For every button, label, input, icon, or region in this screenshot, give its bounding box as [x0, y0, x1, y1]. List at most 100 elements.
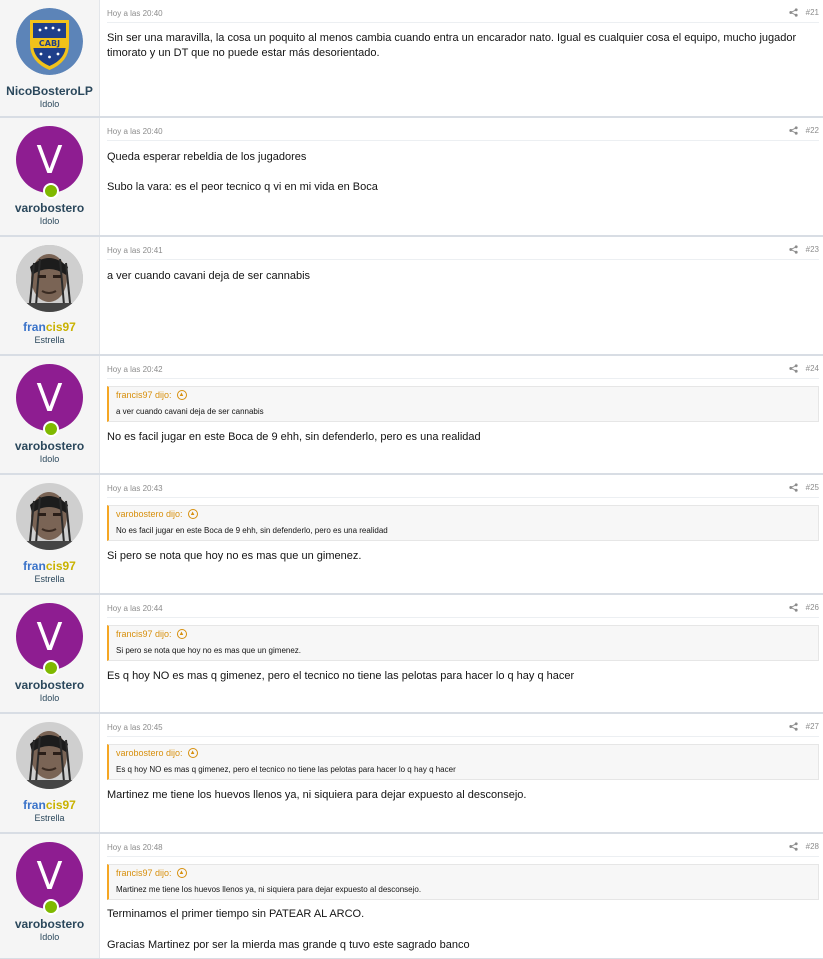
post-time[interactable]: Hoy a las 20:40 — [107, 127, 163, 136]
user-panel: V varobostero Idolo — [0, 356, 100, 473]
username[interactable]: varobostero — [0, 201, 99, 215]
post-meta-right: #28 — [789, 842, 819, 851]
online-status-icon — [43, 421, 59, 437]
post-time[interactable]: Hoy a las 20:40 — [107, 9, 163, 18]
user-photo-icon — [16, 483, 83, 550]
post-time[interactable]: Hoy a las 20:42 — [107, 365, 163, 374]
post-body: a ver cuando cavani deja de ser cannabis — [107, 270, 311, 282]
post-time[interactable]: Hoy a las 20:43 — [107, 484, 163, 493]
post-time[interactable]: Hoy a las 20:41 — [107, 246, 163, 255]
quote-author-label: varobostero dijo: — [116, 748, 183, 758]
quote-author[interactable]: varobostero dijo: ▲ — [116, 748, 198, 758]
share-icon[interactable] — [789, 603, 798, 612]
post-number[interactable]: #25 — [806, 483, 819, 492]
post-number[interactable]: #22 — [806, 126, 819, 135]
post-body: Gracias Martinez por ser la mierda mas g… — [107, 939, 470, 951]
quote-author[interactable]: francis97 dijo: ▲ — [116, 390, 187, 400]
post-number[interactable]: #21 — [806, 8, 819, 17]
svg-text:CABJ: CABJ — [39, 39, 60, 48]
username[interactable]: varobostero — [0, 439, 99, 453]
post-number[interactable]: #28 — [806, 842, 819, 851]
divider — [107, 497, 819, 498]
share-icon[interactable] — [789, 842, 798, 851]
post: CABJ NicoBosteroLP Idolo Hoy a las 20:40… — [0, 0, 823, 117]
post-body: Terminamos el primer tiempo sin PATEAR A… — [107, 908, 365, 920]
user-title: Idolo — [39, 216, 60, 226]
username[interactable]: francis97 — [0, 320, 99, 334]
avatar[interactable]: CABJ — [16, 8, 83, 75]
post-body: Si pero se nota que hoy no es mas que un… — [107, 550, 362, 562]
username[interactable]: varobostero — [0, 678, 99, 692]
post: V varobostero Idolo Hoy a las 20:48 #28 … — [0, 833, 823, 959]
post-number[interactable]: #27 — [806, 722, 819, 731]
user-title: Estrella — [34, 813, 65, 823]
share-icon[interactable] — [789, 245, 798, 254]
quote-text: Martinez me tiene los huevos llenos ya, … — [116, 885, 422, 894]
arrow-up-icon: ▲ — [187, 748, 198, 758]
share-icon[interactable] — [789, 126, 798, 135]
user-panel: francis97 Estrella — [0, 714, 100, 832]
divider — [107, 617, 819, 618]
post-meta-right: #26 — [789, 603, 819, 612]
post-meta-right: #22 — [789, 126, 819, 135]
quote-author[interactable]: francis97 dijo: ▲ — [116, 868, 187, 878]
share-icon[interactable] — [789, 8, 798, 17]
quote-text: Es q hoy NO es mas q gimenez, pero el te… — [116, 765, 456, 774]
post: V varobostero Idolo Hoy a las 20:42 #24 … — [0, 355, 823, 474]
post-time[interactable]: Hoy a las 20:45 — [107, 723, 163, 732]
quote-block: francis97 dijo: ▲ a ver cuando cavani dej… — [107, 386, 819, 422]
share-icon[interactable] — [789, 364, 798, 373]
user-panel: francis97 Estrella — [0, 475, 100, 593]
avatar[interactable] — [16, 722, 83, 789]
quote-text: No es facil jugar en este Boca de 9 ehh,… — [116, 526, 388, 535]
arrow-up-icon: ▲ — [176, 390, 187, 400]
share-icon[interactable] — [789, 483, 798, 492]
share-icon[interactable] — [789, 722, 798, 731]
user-title: Idolo — [39, 454, 60, 464]
thread: CABJ NicoBosteroLP Idolo Hoy a las 20:40… — [0, 0, 823, 959]
quote-author-label: francis97 dijo: — [116, 629, 172, 639]
avatar[interactable] — [16, 483, 83, 550]
username[interactable]: francis97 — [0, 559, 99, 573]
online-status-icon — [43, 899, 59, 915]
post: V varobostero Idolo Hoy a las 20:40 #22 … — [0, 117, 823, 236]
online-status-icon — [43, 660, 59, 676]
avatar[interactable] — [16, 245, 83, 312]
username[interactable]: varobostero — [0, 917, 99, 931]
quote-block: varobostero dijo: ▲ No es facil jugar en … — [107, 505, 819, 541]
user-photo-icon — [16, 722, 83, 789]
divider — [107, 140, 819, 141]
post: francis97 Estrella Hoy a las 20:43 #25 v… — [0, 474, 823, 594]
quote-author[interactable]: francis97 dijo: ▲ — [116, 629, 187, 639]
online-status-icon — [43, 183, 59, 199]
divider — [107, 378, 819, 379]
username[interactable]: francis97 — [0, 798, 99, 812]
user-panel: CABJ NicoBosteroLP Idolo — [0, 0, 100, 116]
divider — [107, 736, 819, 737]
user-title: Estrella — [34, 574, 65, 584]
post-body: Sin ser una maravilla, la cosa un poquit… — [107, 32, 797, 59]
post-body: No es facil jugar en este Boca de 9 ehh,… — [107, 431, 481, 443]
post-number[interactable]: #24 — [806, 364, 819, 373]
post-time[interactable]: Hoy a las 20:48 — [107, 843, 163, 852]
quote-author[interactable]: varobostero dijo: ▲ — [116, 509, 198, 519]
post-meta-right: #27 — [789, 722, 819, 731]
post-body: Es q hoy NO es mas q gimenez, pero el te… — [107, 670, 575, 682]
post-time[interactable]: Hoy a las 20:44 — [107, 604, 163, 613]
username-part: fran — [23, 320, 46, 334]
user-panel: V varobostero Idolo — [0, 595, 100, 712]
boca-crest-icon: CABJ — [16, 8, 83, 75]
username-part: cis97 — [45, 320, 76, 334]
quote-block: varobostero dijo: ▲ Es q hoy NO es mas q … — [107, 744, 819, 780]
quote-author-label: varobostero dijo: — [116, 509, 183, 519]
username-part: fran — [23, 798, 46, 812]
post-number[interactable]: #23 — [806, 245, 819, 254]
arrow-up-icon: ▲ — [176, 868, 187, 878]
post-meta-right: #21 — [789, 8, 819, 17]
user-title: Idolo — [39, 932, 60, 942]
post-body: Martinez me tiene los huevos llenos ya, … — [107, 789, 527, 801]
user-photo-icon — [16, 245, 83, 312]
post-number[interactable]: #26 — [806, 603, 819, 612]
username[interactable]: NicoBosteroLP — [0, 84, 99, 98]
divider — [107, 856, 819, 857]
